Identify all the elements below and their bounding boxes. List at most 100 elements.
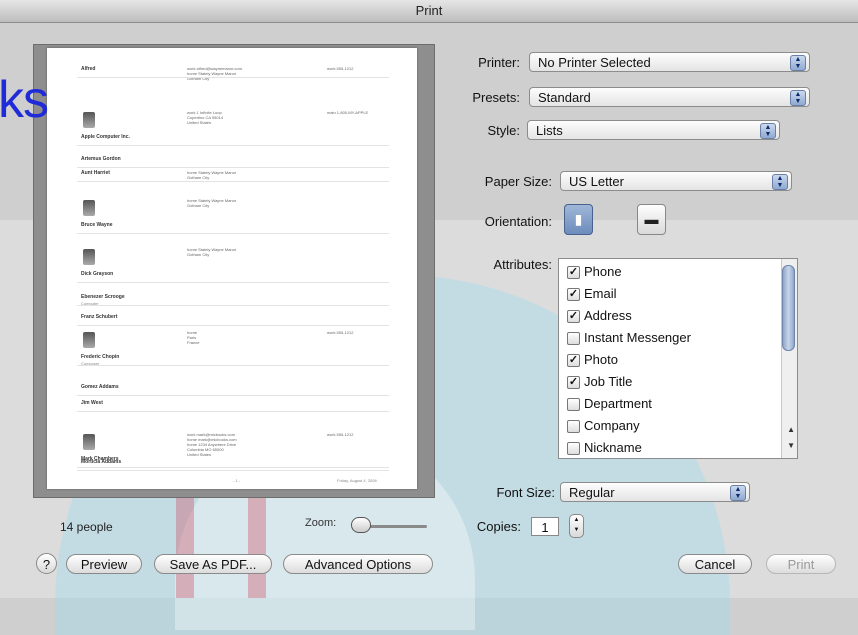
orientation-label: Orientation: <box>484 214 552 229</box>
contact-name: Dick Grayson <box>81 271 114 277</box>
people-count: 14 people <box>60 520 113 534</box>
row-divider <box>77 233 389 234</box>
attribute-label: Department <box>584 396 652 411</box>
row-divider <box>77 181 389 182</box>
preview-page: - 1 - Friday, August 4, 2006 Alfred work … <box>47 48 417 489</box>
contact-photo <box>83 332 95 348</box>
attribute-item[interactable]: ✓ Email <box>567 283 617 305</box>
popup-arrows-icon: ▲ ▼ <box>772 174 788 190</box>
portrait-orientation-button[interactable]: ▮ <box>564 204 593 235</box>
scroll-down-icon[interactable]: ▼ <box>787 441 795 450</box>
checkbox-checked[interactable]: ✓ <box>567 266 580 280</box>
contact-name: Franz Schubert <box>81 314 118 320</box>
attribute-label: Instant Messenger <box>584 330 691 345</box>
save-as-pdf-button[interactable]: Save As PDF... <box>154 554 272 574</box>
attribute-item[interactable]: Department <box>567 393 652 415</box>
portrait-icon: ▮ <box>574 211 583 227</box>
page-footer-date: Friday, August 4, 2006 <box>337 478 377 483</box>
contact-photo <box>83 434 95 450</box>
attribute-label: Address <box>584 308 632 323</box>
contact-address: work mark@mlcbooks.com home mark@mlcbook… <box>187 432 237 457</box>
attribute-label: Photo <box>584 352 618 367</box>
attribute-item[interactable]: ✓ Photo <box>567 349 618 371</box>
font-size-label: Font Size: <box>496 485 555 500</box>
checkbox-checked[interactable]: ✓ <box>567 288 580 302</box>
advanced-options-button[interactable]: Advanced Options <box>283 554 433 574</box>
zoom-slider-knob[interactable] <box>351 517 371 533</box>
contact-phone: work 555-1212 <box>327 432 354 437</box>
row-divider <box>77 167 389 168</box>
contact-name: Morticia Addams <box>81 459 122 465</box>
copies-stepper[interactable]: ▲ ▼ <box>569 514 584 538</box>
copies-field[interactable]: 1 <box>531 517 559 536</box>
presets-label: Presets: <box>472 90 520 105</box>
contact-name: Aunt Harriet <box>81 170 110 176</box>
presets-value: Standard <box>538 90 591 105</box>
contact-address: home Stately Wayne Manor Gotham City <box>187 170 237 180</box>
watermark-text: ks <box>0 71 49 129</box>
landscape-orientation-button[interactable]: ▬ <box>637 204 666 235</box>
attributes-list[interactable]: ▲ ▼ ✓ Phone ✓ Email ✓ Address Instant Messenge… <box>558 258 798 459</box>
contact-photo <box>83 200 95 216</box>
attribute-item[interactable]: ✓ Job Title <box>567 371 632 393</box>
contact-name: Bruce Wayne <box>81 222 113 228</box>
scrollbar-thumb[interactable] <box>782 265 795 351</box>
checkbox-checked[interactable]: ✓ <box>567 310 580 324</box>
zoom-label: Zoom: <box>305 517 337 529</box>
cancel-button[interactable]: Cancel <box>678 554 752 574</box>
contact-address: work 1 Infinite Loop Cupertino CA 95014 … <box>187 110 224 125</box>
attribute-label: Email <box>584 286 617 301</box>
scrollbar[interactable]: ▲ ▼ <box>781 259 797 458</box>
attribute-label: Phone <box>584 264 622 279</box>
contact-name: Alfred <box>81 66 96 72</box>
attributes-label: Attributes: <box>493 257 552 272</box>
copies-label: Copies: <box>476 519 521 534</box>
row-divider <box>77 395 389 396</box>
attribute-item[interactable]: ✓ Phone <box>567 261 622 283</box>
contact-phone: work 555-1212 <box>327 330 354 335</box>
attribute-label: Job Title <box>584 374 633 389</box>
help-button[interactable]: ? <box>36 553 57 574</box>
paper-size-label: Paper Size: <box>484 174 552 189</box>
printer-popup[interactable]: No Printer Selected ▲ ▼ <box>529 52 810 72</box>
scroll-up-icon[interactable]: ▲ <box>787 425 795 434</box>
attribute-item[interactable]: Company <box>567 415 640 437</box>
landscape-icon: ▬ <box>644 211 659 227</box>
style-value: Lists <box>536 123 563 138</box>
checkbox-unchecked[interactable] <box>567 332 580 346</box>
attribute-item[interactable]: Instant Messenger <box>567 327 691 349</box>
contact-name: Frederic Chopin <box>81 354 120 360</box>
style-popup[interactable]: Lists ▲ ▼ <box>527 120 780 140</box>
paper-size-popup[interactable]: US Letter ▲ ▼ <box>560 171 792 191</box>
contact-photo <box>83 112 95 128</box>
row-divider <box>77 325 389 326</box>
row-divider <box>77 365 389 366</box>
contact-address: home Paris France <box>187 330 200 345</box>
contact-address: work alfred@waynemanor.com home Stately … <box>187 66 242 81</box>
contact-photo <box>83 249 95 265</box>
popup-arrows-icon: ▲ ▼ <box>790 55 806 71</box>
attribute-item[interactable]: Nickname <box>567 437 642 458</box>
checkbox-checked[interactable]: ✓ <box>567 376 580 390</box>
row-divider <box>77 77 389 78</box>
window-title: Print <box>0 0 858 23</box>
popup-arrows-icon: ▲ ▼ <box>760 123 776 139</box>
contact-name: Ebenezer Scrooge <box>81 294 125 300</box>
row-divider <box>77 411 389 412</box>
checkbox-unchecked[interactable] <box>567 442 580 456</box>
print-button[interactable]: Print <box>766 554 836 574</box>
row-divider <box>77 467 389 468</box>
font-size-value: Regular <box>569 485 615 500</box>
attribute-item[interactable]: ✓ Address <box>567 305 632 327</box>
contact-phone: work 555-1212 <box>327 66 354 71</box>
checkbox-checked[interactable]: ✓ <box>567 354 580 368</box>
contact-name: Jim West <box>81 400 103 406</box>
preview-button[interactable]: Preview <box>66 554 142 574</box>
paper-size-value: US Letter <box>569 174 624 189</box>
style-label: Style: <box>487 123 520 138</box>
font-size-popup[interactable]: Regular ▲ ▼ <box>560 482 750 502</box>
checkbox-unchecked[interactable] <box>567 398 580 412</box>
attribute-label: Nickname <box>584 440 642 455</box>
presets-popup[interactable]: Standard ▲ ▼ <box>529 87 810 107</box>
checkbox-unchecked[interactable] <box>567 420 580 434</box>
